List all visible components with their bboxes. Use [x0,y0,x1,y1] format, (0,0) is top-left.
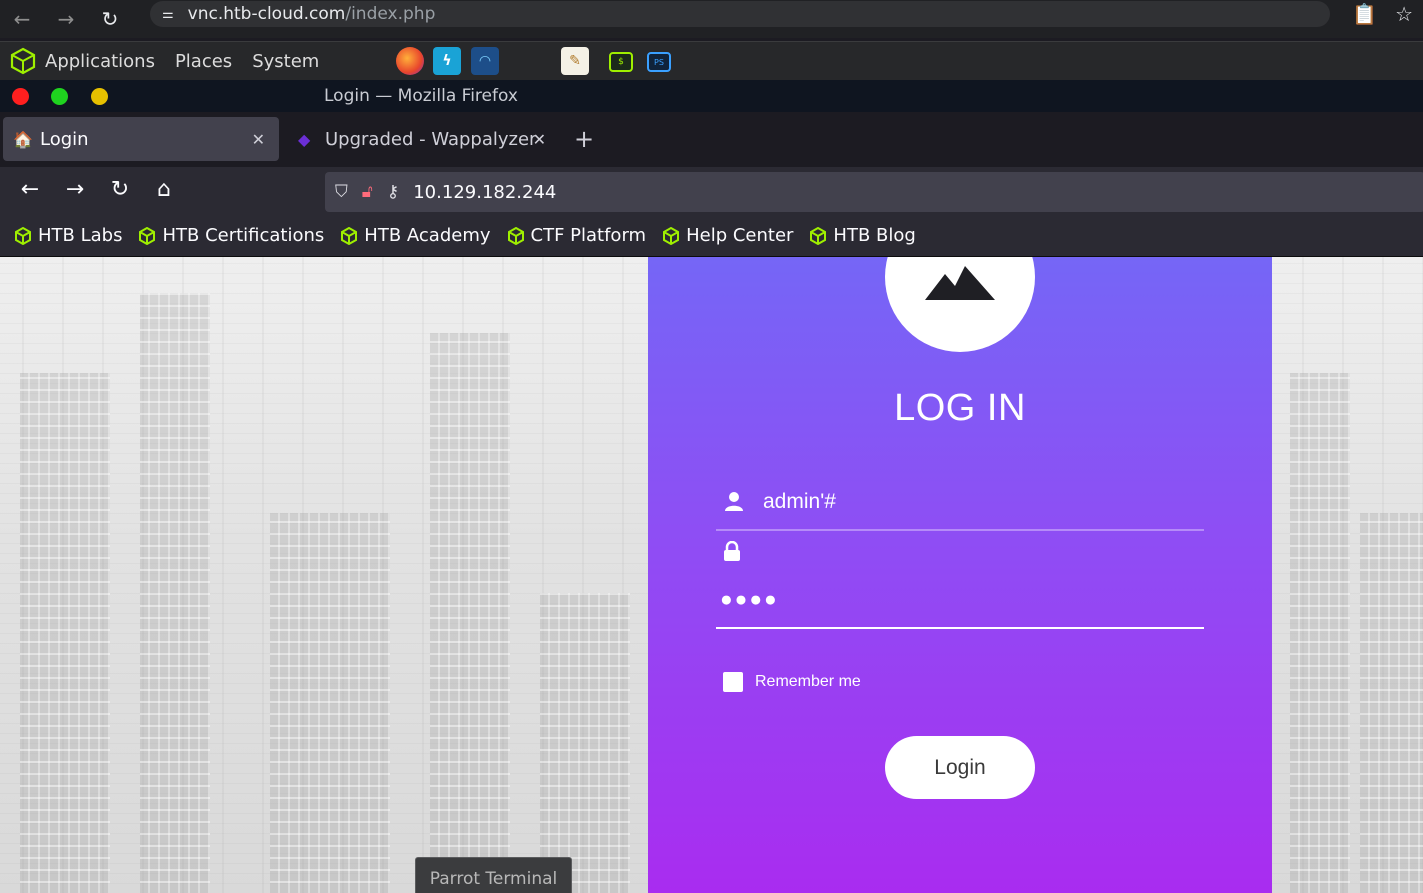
username-input[interactable] [763,487,1183,517]
taskbar-parrot-terminal[interactable]: Parrot Terminal [415,857,572,893]
remember-me[interactable]: Remember me [723,672,861,692]
city-background [20,373,110,893]
tab-label: Upgraded - Wappalyzer [325,128,537,150]
avatar [885,257,1035,352]
bookmark-ctf-platform[interactable]: CTF Platform [507,225,647,246]
home-icon[interactable]: ⌂ [149,177,179,202]
city-background [430,333,510,893]
maximize-window-icon[interactable] [51,88,68,105]
outer-reload-icon[interactable]: ↻ [88,7,132,31]
firefox-launcher-icon[interactable] [396,47,424,75]
address-bar[interactable]: ⛉ 🔓︎ ⚷ 10.129.182.244 [325,172,1423,212]
menu-places[interactable]: Places [175,51,232,72]
bookmark-label: CTF Platform [530,225,647,246]
bookmark-label: Help Center [686,225,794,246]
bookmark-help-center[interactable]: Help Center [662,225,793,246]
password-input[interactable] [720,585,1140,615]
username-field [716,479,1204,531]
city-background [270,513,390,893]
reload-icon[interactable]: ↻ [105,177,135,202]
terminal-launcher-icon[interactable]: $ [609,52,633,72]
navigation-toolbar: ← → ↻ ⌂ ⛉ 🔓︎ ⚷ 10.129.182.244 [0,167,1423,215]
close-tab-icon[interactable]: ✕ [252,130,265,149]
outer-url-host: vnc.htb-cloud.com [187,4,346,24]
htb-cube-icon [507,226,524,245]
minimize-window-icon[interactable] [91,88,108,105]
outer-url-field[interactable]: ⚌ vnc.htb-cloud.com/index.php [150,1,1330,27]
remember-checkbox[interactable] [723,672,743,692]
tab-label: Login [40,128,89,150]
bookmark-label: HTB Certifications [162,225,325,246]
menu-system[interactable]: System [252,51,319,72]
bookmark-htb-certifications[interactable]: HTB Certifications [138,225,324,246]
home-icon: 🏠 [13,129,33,149]
htb-cube-icon [341,226,358,245]
wappalyzer-icon: ◆ [298,129,311,149]
text-editor-launcher-icon[interactable]: ✎ [561,47,589,75]
bookmark-label: HTB Blog [833,225,916,246]
htb-cube-icon [663,226,680,245]
page-content: LOG IN Remember me Login [0,257,1423,893]
desktop-panel: Applications Places System ϟ ◠ ✎ $ PS [0,41,1423,80]
burp-launcher-icon[interactable]: ϟ [433,47,461,75]
city-background [1360,513,1423,893]
tab-wappalyzer[interactable]: ◆ Upgraded - Wappalyzer ✕ [288,117,558,161]
insecure-lock-icon[interactable]: 🔓︎ [362,182,373,202]
city-background [540,593,630,893]
login-heading: LOG IN [894,387,1026,429]
address-url: 10.129.182.244 [413,181,557,203]
bookmarks-toolbar: HTB Labs HTB Certifications HTB Academy … [0,215,1423,257]
outer-back-icon[interactable]: ← [0,7,44,31]
tab-login[interactable]: 🏠 Login ✕ [3,117,279,161]
outer-url-path: /index.php [345,4,436,24]
htb-cube-icon [810,226,827,245]
forward-icon[interactable]: → [60,177,90,202]
clipboard-icon[interactable]: 📋 [1352,2,1377,26]
tracking-shield-icon[interactable]: ⛉ [335,182,348,202]
site-settings-icon[interactable]: ⚌ [162,7,174,22]
bookmark-label: HTB Academy [364,225,491,246]
bookmark-star-icon[interactable]: ☆ [1395,2,1413,26]
key-icon[interactable]: ⚷ [387,182,399,202]
close-window-icon[interactable] [12,88,29,105]
city-background [140,293,210,893]
outer-browser-bar: ← → ↻ ⚌ vnc.htb-cloud.com/index.php 📋 ☆ [0,0,1423,38]
tab-strip: 🏠 Login ✕ ◆ Upgraded - Wappalyzer ✕ + [0,112,1423,167]
close-tab-icon[interactable]: ✕ [533,130,546,149]
applications-cube-icon [10,47,36,75]
bookmark-htb-labs[interactable]: HTB Labs [14,225,122,246]
bookmark-label: HTB Labs [38,225,123,246]
outer-forward-icon[interactable]: → [44,7,88,31]
htb-cube-icon [139,226,156,245]
city-background [1290,373,1350,893]
lock-icon [724,541,740,561]
bookmark-htb-academy[interactable]: HTB Academy [340,225,491,246]
login-card: LOG IN Remember me Login [648,257,1272,893]
remember-label: Remember me [755,673,861,690]
new-tab-icon[interactable]: + [574,125,594,153]
login-button[interactable]: Login [885,736,1035,799]
back-icon[interactable]: ← [15,177,45,202]
menu-applications[interactable]: Applications [45,51,155,72]
wireshark-launcher-icon[interactable]: ◠ [471,47,499,75]
user-icon [725,492,743,511]
mountain-icon [925,266,995,300]
powershell-launcher-icon[interactable]: PS [647,52,671,72]
htb-cube-icon [15,226,31,245]
bookmark-htb-blog[interactable]: HTB Blog [809,225,916,246]
password-field [716,541,1204,629]
window-titlebar: Login — Mozilla Firefox [0,80,1423,112]
window-title: Login — Mozilla Firefox [324,86,518,106]
